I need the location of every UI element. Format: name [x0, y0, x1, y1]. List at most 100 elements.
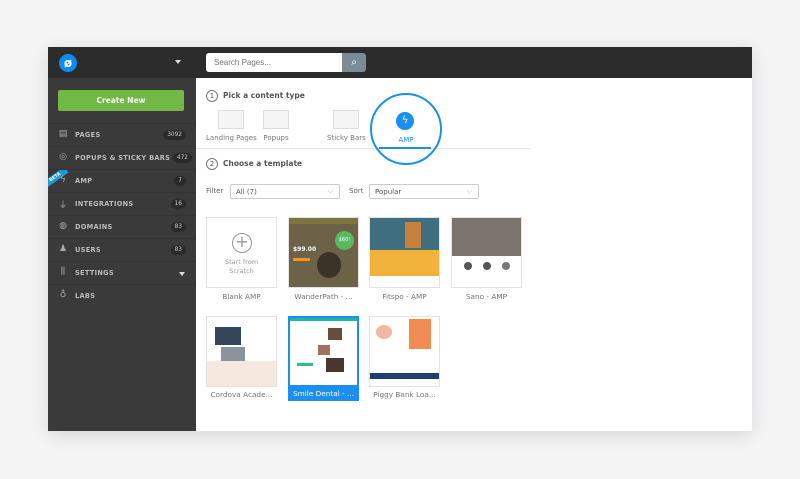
template-caption: Cordova Acade...	[210, 390, 273, 399]
account-dropdown-caret-icon[interactable]	[175, 60, 181, 64]
thumb-hero	[452, 218, 521, 256]
pages-icon: ▤	[58, 129, 68, 139]
thumb-header	[290, 318, 357, 321]
content-type-label: Landing Pages	[206, 134, 257, 142]
sticky-bar-icon	[333, 110, 360, 129]
app-window: ø ⌕ Create New ▤ PAGES 3092 ◎ POPUPS & STIC…	[48, 47, 752, 431]
filter-label: Filter	[206, 187, 224, 195]
sidebar-item-label: AMP	[75, 177, 93, 185]
sidebar-item-popups[interactable]: ◎ POPUPS & STICKY BARS 472	[48, 146, 196, 169]
popup-icon	[263, 110, 289, 129]
sidebar-item-integrations[interactable]: ⏚ INTEGRATIONS 16	[48, 192, 196, 215]
thumb-button	[297, 363, 313, 366]
search-icon: ⌕	[351, 57, 357, 68]
step-number: 1	[206, 90, 218, 102]
template-card-cordova[interactable]	[206, 316, 277, 387]
create-new-button[interactable]: Create New	[58, 90, 184, 111]
sort-label: Sort	[349, 187, 364, 195]
plug-icon: ⏚	[58, 201, 68, 211]
thumb-price: $99.00	[293, 246, 317, 253]
target-icon: ◎	[59, 152, 67, 162]
sidebar-item-pages[interactable]: ▤ PAGES 3092	[48, 123, 196, 146]
thumb-image	[318, 345, 330, 355]
step-number: 2	[206, 158, 218, 170]
thumb-badge: $60!	[335, 231, 354, 250]
main-content: 1 Pick a content type Landing Pages Popup…	[196, 78, 752, 431]
content-type-popups[interactable]: Popups	[263, 110, 289, 142]
sidebar-item-settings[interactable]: ⫼ SETTINGS	[48, 261, 196, 284]
thumb-image	[326, 358, 344, 372]
template-card-wanderpath[interactable]: $99.00 $60!	[288, 217, 359, 288]
thumb-form	[409, 319, 431, 349]
step-2-heading: 2 Choose a template	[206, 158, 302, 170]
thumb-image	[221, 347, 245, 361]
template-caption: Blank AMP	[222, 292, 261, 301]
template-caption: WanderPath - ...	[294, 292, 353, 301]
count-badge: 472	[172, 153, 192, 163]
thumb-dot	[464, 262, 472, 270]
sidebar-item-label: POPUPS & STICKY BARS	[75, 154, 171, 162]
count-badge: 83	[170, 222, 186, 232]
template-card-sano[interactable]	[451, 217, 522, 288]
flask-icon: ♁	[59, 290, 67, 300]
template-card-smile-dental[interactable]	[288, 316, 359, 387]
thumb-dot	[502, 262, 510, 270]
sidebar-item-amp[interactable]: BETA ϟ AMP 7	[48, 169, 196, 192]
search-input[interactable]	[206, 53, 342, 72]
content-type-amp[interactable]: AMP	[396, 136, 416, 144]
thumb-band	[370, 373, 439, 379]
landing-pages-icon	[218, 110, 245, 129]
count-badge: 16	[170, 199, 186, 209]
filter-value: All (7)	[236, 188, 257, 196]
thumb-image	[317, 252, 341, 278]
step-label: Pick a content type	[223, 91, 305, 100]
content-type-label: Sticky Bars	[327, 134, 366, 142]
divider	[196, 148, 531, 149]
sidebar-item-labs[interactable]: ♁ LABS	[48, 284, 196, 307]
template-card-fitspo[interactable]	[369, 217, 440, 288]
bolt-icon[interactable]: ϟ	[396, 112, 414, 130]
content-type-label: Popups	[263, 134, 289, 142]
sidebar-item-label: DOMAINS	[75, 223, 113, 231]
template-card-piggy-bank[interactable]	[369, 316, 440, 387]
plus-icon: +	[232, 233, 252, 253]
chevron-down-icon: ⌵	[327, 187, 333, 195]
thumb-button	[293, 258, 310, 261]
thumb-band	[370, 250, 439, 276]
top-bar: ø ⌕	[48, 47, 752, 78]
filter-select[interactable]: All (7) ⌵	[230, 184, 340, 199]
unbounce-logo[interactable]: ø	[59, 54, 77, 72]
thumb-image	[376, 325, 392, 339]
active-tab-underline	[379, 147, 431, 149]
content-type-landing-pages[interactable]: Landing Pages	[206, 110, 257, 142]
sidebar-item-label: INTEGRATIONS	[75, 200, 134, 208]
sidebar-item-users[interactable]: ♟ USERS 83	[48, 238, 196, 261]
thumb-image	[328, 328, 342, 340]
sort-select[interactable]: Popular ⌵	[369, 184, 479, 199]
thumb-image	[215, 327, 241, 345]
template-card-blank[interactable]: + Start from Scratch	[206, 217, 277, 288]
search-button[interactable]: ⌕	[342, 53, 366, 72]
count-badge: 7	[174, 176, 186, 186]
sidebar-item-label: PAGES	[75, 131, 101, 139]
template-caption: Piggy Bank Loa...	[373, 390, 436, 399]
template-caption: Fitspo - AMP	[382, 292, 427, 301]
sidebar-item-label: LABS	[75, 292, 96, 300]
chevron-down-icon	[179, 272, 185, 276]
step-1-heading: 1 Pick a content type	[206, 90, 305, 102]
thumb-dot	[483, 262, 491, 270]
sliders-icon: ⫼	[60, 267, 66, 277]
sidebar-item-label: SETTINGS	[75, 269, 114, 277]
line: Start from	[224, 258, 259, 266]
count-badge: 83	[170, 245, 186, 255]
thumb-image	[405, 222, 421, 248]
start-from-scratch-text: Start from Scratch	[207, 258, 276, 276]
template-caption-selected: Smile Dental - ...	[288, 387, 359, 401]
chevron-down-icon: ⌵	[466, 187, 472, 195]
sidebar: Create New ▤ PAGES 3092 ◎ POPUPS & STICKY B…	[48, 78, 196, 431]
thumb-band	[207, 361, 276, 386]
sort-value: Popular	[375, 188, 402, 196]
sidebar-item-domains[interactable]: ◍ DOMAINS 83	[48, 215, 196, 238]
content-type-sticky-bars[interactable]: Sticky Bars	[327, 110, 366, 142]
count-badge: 3092	[163, 130, 186, 140]
